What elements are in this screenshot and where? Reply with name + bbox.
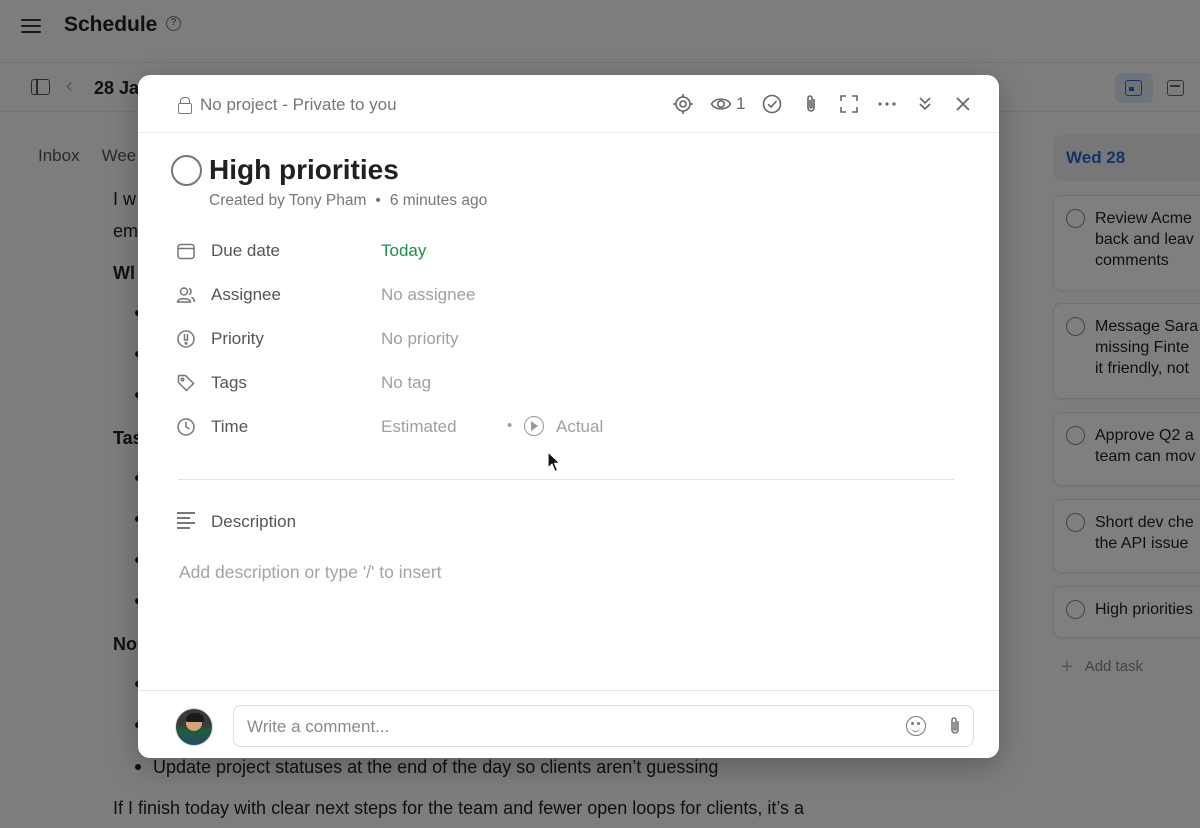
description-input[interactable]: Add description or type '/' to insert bbox=[179, 562, 442, 583]
eye-icon[interactable] bbox=[710, 93, 732, 115]
property-tags[interactable]: Tags No tag bbox=[174, 368, 934, 398]
separator-dot: • bbox=[507, 417, 513, 434]
check-circle-icon[interactable] bbox=[761, 93, 783, 115]
priority-icon bbox=[176, 329, 196, 349]
assignee-label: Assignee bbox=[211, 285, 281, 304]
due-date-value[interactable]: Today bbox=[381, 241, 426, 261]
play-icon[interactable] bbox=[524, 416, 544, 436]
created-info: Created by Tony Pham • 6 minutes ago bbox=[209, 192, 487, 210]
separator-dot: • bbox=[375, 192, 381, 209]
created-by: Created by Tony Pham bbox=[209, 192, 367, 209]
created-time: 6 minutes ago bbox=[389, 192, 488, 209]
task-title[interactable]: High priorities bbox=[209, 154, 399, 186]
location-icon[interactable] bbox=[672, 93, 694, 115]
watchers-count[interactable]: 1 bbox=[736, 94, 745, 114]
more-icon[interactable] bbox=[876, 93, 898, 115]
divider bbox=[178, 479, 954, 480]
description-label: Description bbox=[211, 512, 297, 531]
people-icon bbox=[176, 285, 196, 305]
task-complete-checkbox[interactable] bbox=[171, 155, 202, 186]
property-due-date[interactable]: Due date Today bbox=[174, 236, 934, 266]
tags-value[interactable]: No tag bbox=[381, 373, 431, 393]
property-assignee[interactable]: Assignee No assignee bbox=[174, 280, 934, 310]
comment-placeholder: Write a comment... bbox=[247, 717, 390, 736]
time-estimated[interactable]: Estimated bbox=[381, 417, 457, 437]
close-icon[interactable] bbox=[952, 93, 974, 115]
clock-icon bbox=[176, 417, 196, 437]
description-icon bbox=[177, 511, 195, 529]
comment-input[interactable]: Write a comment... bbox=[233, 705, 974, 747]
property-time[interactable]: Time Estimated • Actual bbox=[174, 412, 934, 442]
due-date-label: Due date bbox=[211, 241, 280, 260]
assignee-value[interactable]: No assignee bbox=[381, 285, 476, 305]
attachment-icon[interactable] bbox=[945, 715, 965, 737]
modal-header: No project - Private to you 1 bbox=[138, 75, 999, 133]
collapse-icon[interactable] bbox=[914, 93, 936, 115]
project-selector[interactable]: No project - Private to you bbox=[200, 95, 397, 115]
comment-bar: Write a comment... bbox=[138, 690, 999, 758]
mouse-cursor-icon bbox=[547, 451, 561, 473]
emoji-icon[interactable] bbox=[906, 716, 926, 736]
tag-icon bbox=[176, 373, 196, 393]
priority-value[interactable]: No priority bbox=[381, 329, 458, 349]
expand-icon[interactable] bbox=[838, 93, 860, 115]
task-detail-modal: No project - Private to you 1 High prior… bbox=[138, 75, 999, 758]
avatar bbox=[175, 708, 213, 746]
time-actual[interactable]: Actual bbox=[556, 417, 603, 437]
priority-label: Priority bbox=[211, 329, 264, 348]
property-priority[interactable]: Priority No priority bbox=[174, 324, 934, 354]
tags-label: Tags bbox=[211, 373, 247, 392]
lock-icon bbox=[178, 97, 192, 114]
calendar-icon bbox=[176, 241, 196, 261]
paperclip-icon[interactable] bbox=[800, 93, 822, 115]
time-label: Time bbox=[211, 417, 249, 436]
